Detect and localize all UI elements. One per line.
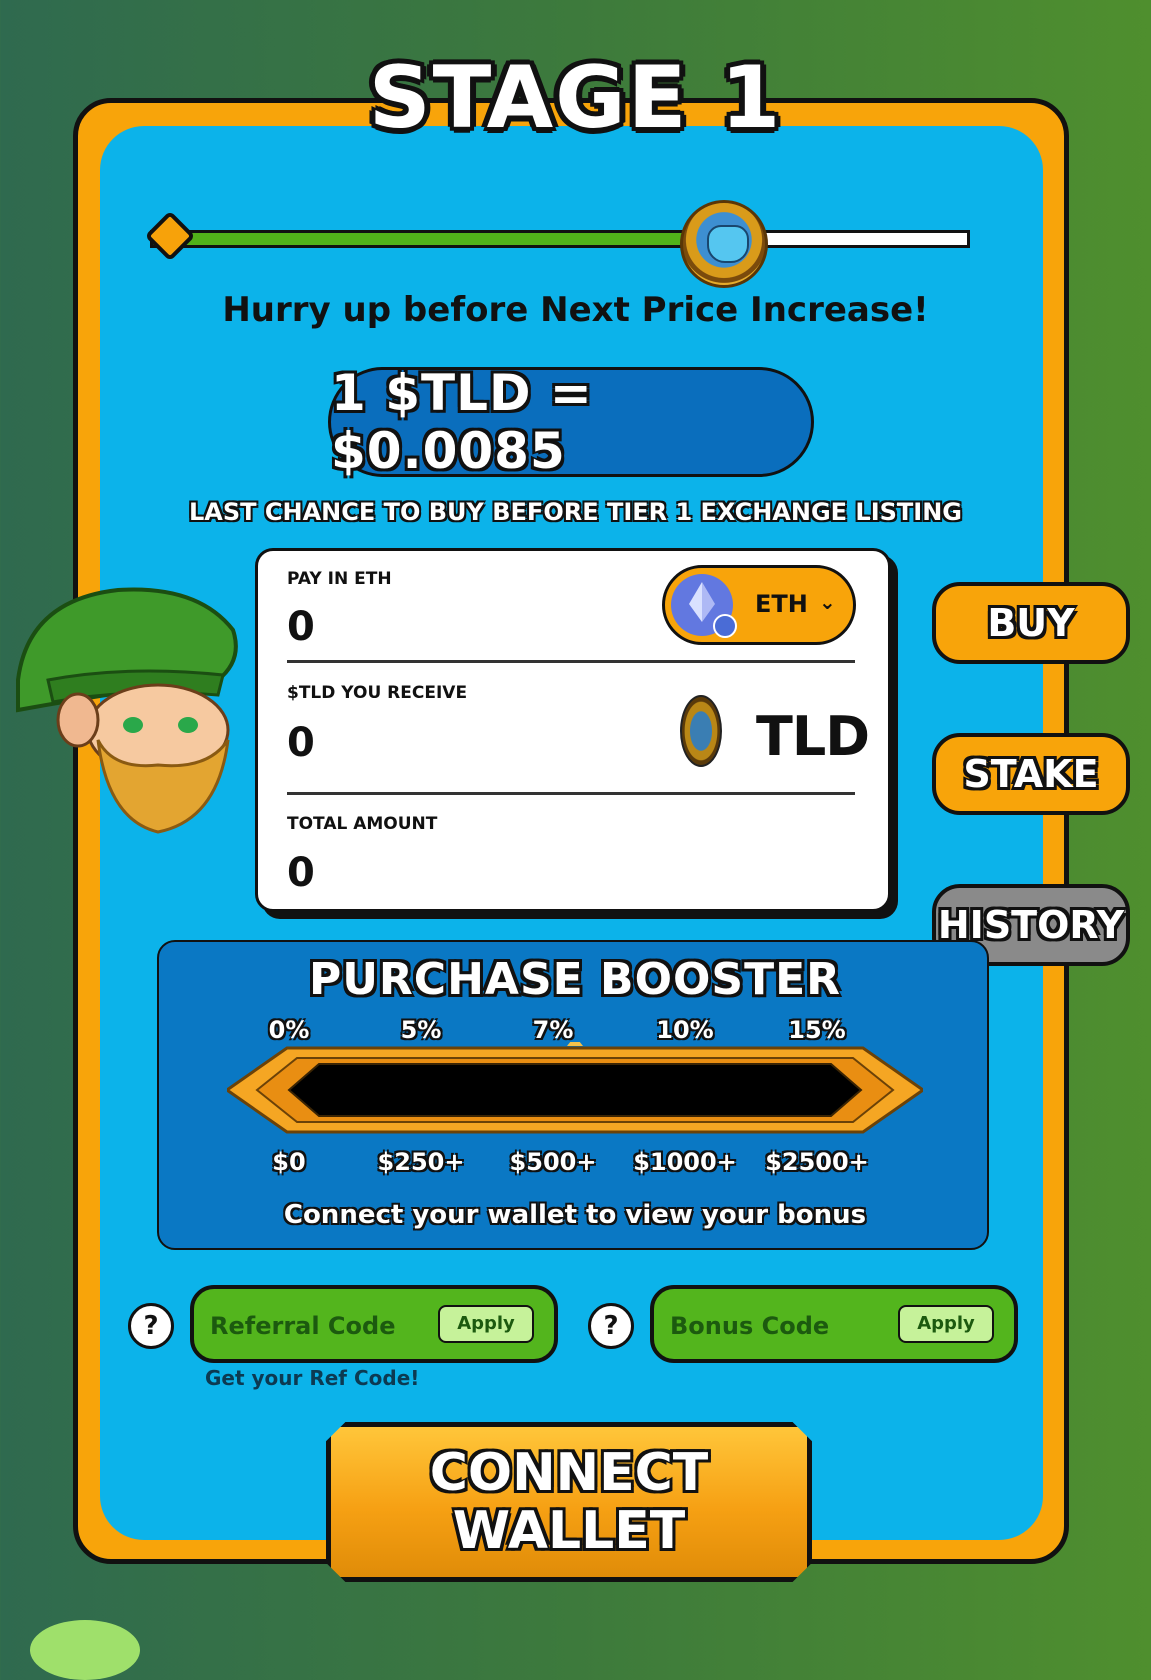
connect-wallet-label: CONNECT WALLET [429,1443,709,1561]
currency-selector[interactable]: ETH ⌄ [662,565,856,645]
booster-percent-label: 5% [400,1016,442,1044]
receive-label: $TLD YOU RECEIVE [287,683,468,703]
booster-title: PURCHASE BOOSTER [308,954,842,1005]
booster-amount-label: $250+ [377,1148,465,1176]
pay-amount-input[interactable]: 0 [287,604,315,650]
booster-percent-label: 7% [532,1016,574,1044]
referral-help-icon[interactable]: ? [128,1303,174,1349]
referral-code-field: Apply [190,1285,558,1363]
booster-progress-bar [227,1042,923,1134]
referral-apply-button[interactable]: Apply [438,1305,534,1343]
bonus-apply-button[interactable]: Apply [898,1305,994,1343]
total-amount: 0 [287,850,315,896]
bonus-help-icon[interactable]: ? [588,1303,634,1349]
decorative-blob [30,1620,140,1680]
last-chance-notice: LAST CHANCE TO BUY BEFORE TIER 1 EXCHANG… [189,498,962,526]
pay-label: PAY IN ETH [287,569,392,589]
currency-label: ETH [755,590,808,618]
connect-wallet-button[interactable]: CONNECT WALLET [326,1422,812,1582]
referral-code-input[interactable] [208,1303,432,1349]
get-ref-code-link[interactable]: Get your Ref Code! [205,1366,419,1390]
stage-title: STAGE 1 [368,48,783,148]
hurry-message: Hurry up before Next Price Increase! [222,290,929,330]
chevron-down-icon: ⌄ [819,590,836,614]
booster-amount-label: $1000+ [633,1148,737,1176]
progress-coin-icon [680,200,768,288]
divider [287,660,855,663]
divider [287,792,855,795]
booster-percent-label: 10% [656,1016,714,1044]
tld-coin-icon [680,695,722,767]
booster-connect-message: Connect your wallet to view your bonus [283,1200,867,1230]
booster-percent-label: 15% [788,1016,846,1044]
token-label: TLD [756,705,870,768]
price-text: 1 $TLD = $0.0085 [331,364,593,480]
price-badge: 1 $TLD = $0.0085 [328,364,814,480]
bonus-code-input[interactable] [668,1303,892,1349]
booster-percent-label: 0% [268,1016,310,1044]
booster-amount-label: $500+ [509,1148,597,1176]
booster-amount-label: $0 [272,1148,306,1176]
booster-amount-label: $2500+ [765,1148,869,1176]
purchase-booster-panel: PURCHASE BOOSTER 0% 5% 7% 10% 15% $0 $25… [157,940,989,1250]
total-label: TOTAL AMOUNT [287,814,438,834]
ethereum-icon [671,574,737,638]
stage-progress-fill [150,230,724,248]
leprechaun-mascot-image [16,587,238,834]
bonus-code-field: Apply [650,1285,1018,1363]
stake-button[interactable]: STAKE [932,733,1130,815]
buy-button[interactable]: BUY [932,582,1130,664]
receive-amount-input[interactable]: 0 [287,720,315,766]
